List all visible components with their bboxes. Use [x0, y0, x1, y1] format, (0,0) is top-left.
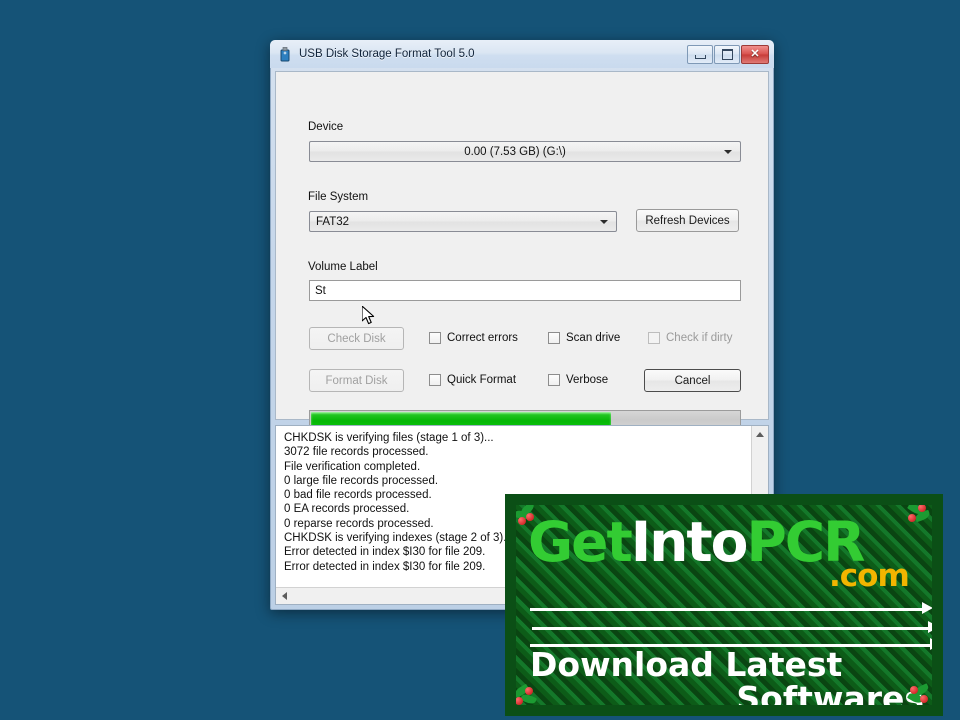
window-controls: ✕	[687, 44, 769, 64]
log-line: CHKDSK is verifying files (stage 1 of 3)…	[284, 432, 494, 444]
checkbox-label: Quick Format	[447, 374, 517, 386]
watermark-tagline-line2: Softwares	[736, 679, 924, 716]
file-system-select[interactable]: FAT32	[309, 211, 617, 232]
checkbox-box-icon	[429, 332, 441, 344]
watermark-brand: GetIntoPCR	[528, 515, 865, 570]
usb-drive-icon	[277, 46, 293, 62]
check-disk-label: Check Disk	[327, 332, 386, 345]
volume-label-caption: Volume Label	[308, 261, 378, 273]
holly-decoration-icon	[906, 683, 932, 705]
title-bar[interactable]: USB Disk Storage Format Tool 5.0 ✕	[270, 40, 774, 68]
checkbox-label: Verbose	[566, 374, 609, 386]
file-system-select-value: FAT32	[316, 215, 350, 228]
watermark-brand-tld: .com	[829, 558, 910, 594]
chevron-down-icon	[596, 219, 612, 224]
file-system-label: File System	[308, 191, 369, 203]
scroll-up-button[interactable]	[752, 426, 768, 442]
device-select[interactable]: 0.00 (7.53 GB) (G:\)	[309, 141, 741, 162]
format-disk-label: Format Disk	[325, 374, 388, 387]
chevron-down-icon	[720, 149, 736, 154]
checkbox-quick-format[interactable]: Quick Format	[429, 374, 516, 386]
log-line: File verification completed.	[284, 460, 421, 473]
checkbox-correct-errors[interactable]: Correct errors	[429, 332, 518, 344]
holly-decoration-icon	[906, 505, 932, 527]
maximize-button[interactable]	[714, 44, 740, 64]
arrow-line-2	[532, 627, 932, 630]
scroll-left-button[interactable]	[276, 588, 292, 604]
checkbox-box-icon	[548, 374, 560, 386]
checkbox-label: Correct errors	[447, 332, 518, 344]
format-disk-button[interactable]: Format Disk	[309, 369, 404, 392]
checkbox-check-if-dirty[interactable]: Check if dirty	[648, 332, 732, 344]
checkbox-box-icon	[548, 332, 560, 344]
arrow-line-1	[530, 608, 925, 611]
device-select-value: 0.00 (7.53 GB) (G:\)	[464, 145, 566, 158]
window-title: USB Disk Storage Format Tool 5.0	[299, 48, 475, 60]
log-line: 0 large file records processed.	[284, 474, 439, 487]
checkbox-verbose[interactable]: Verbose	[548, 374, 608, 386]
cancel-label: Cancel	[674, 374, 711, 387]
log-line: 3072 file records processed.	[284, 446, 429, 459]
form-panel: Device 0.00 (7.53 GB) (G:\) File System …	[275, 71, 769, 430]
refresh-devices-button[interactable]: Refresh Devices	[636, 209, 739, 232]
checkbox-scan-drive[interactable]: Scan drive	[548, 332, 620, 344]
chevron-up-icon	[756, 431, 764, 437]
checkbox-box-icon	[429, 374, 441, 386]
arrow-head-1	[922, 602, 932, 614]
minimize-icon	[694, 54, 706, 59]
volume-label-value: St	[315, 284, 326, 297]
cancel-button[interactable]: Cancel	[644, 369, 741, 392]
holly-decoration-icon	[516, 683, 542, 705]
watermark-banner: GetIntoPCR .com Download Latest Software…	[505, 494, 943, 716]
holly-decoration-icon	[516, 505, 542, 527]
checkbox-label: Scan drive	[566, 332, 621, 344]
maximize-icon	[721, 48, 733, 60]
checkbox-box-icon	[648, 332, 660, 344]
close-icon: ✕	[750, 47, 760, 60]
close-button[interactable]: ✕	[741, 44, 769, 64]
checkbox-label: Check if dirty	[666, 332, 733, 344]
refresh-devices-label: Refresh Devices	[645, 214, 730, 227]
check-disk-button[interactable]: Check Disk	[309, 327, 404, 350]
watermark-brand-get: Get	[528, 510, 633, 574]
arrow-head-2	[928, 621, 932, 633]
watermark-brand-into: Into	[630, 510, 749, 574]
arrow-head-3	[930, 638, 932, 650]
minimize-button[interactable]	[687, 44, 713, 64]
chevron-left-icon	[281, 592, 287, 600]
volume-label-input[interactable]: St	[309, 280, 741, 301]
device-label: Device	[308, 121, 344, 133]
